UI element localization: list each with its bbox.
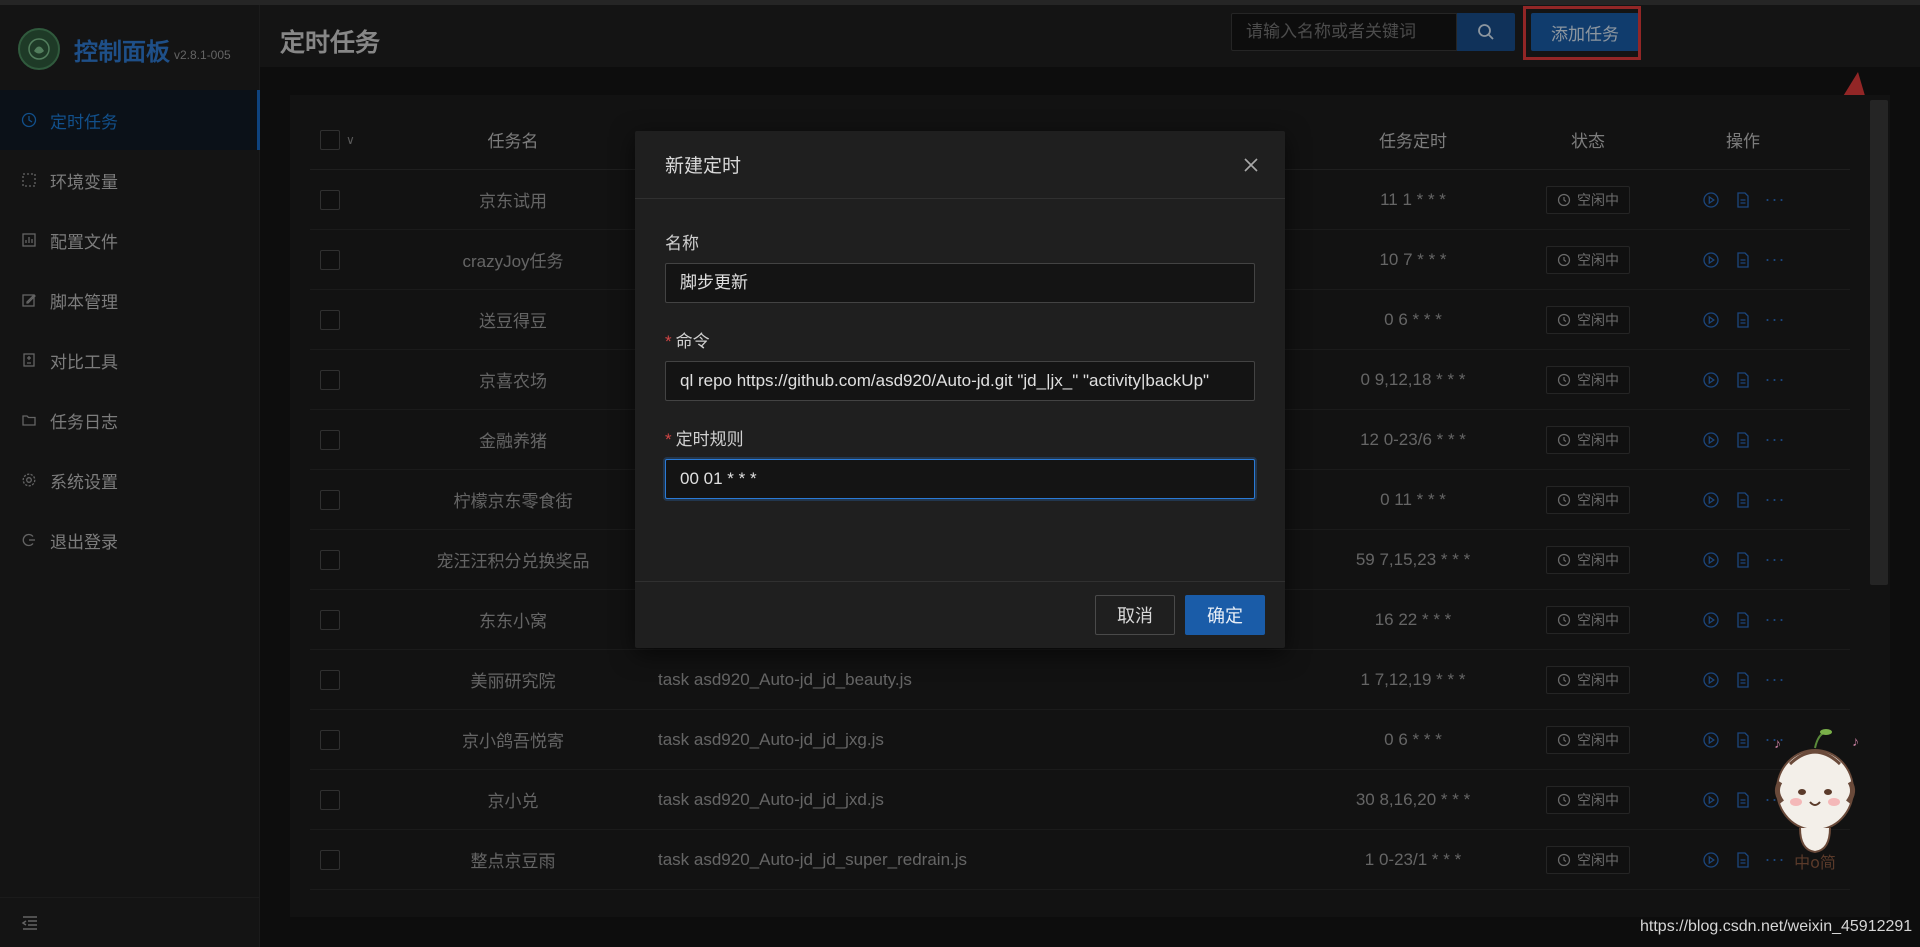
- new-cron-modal: 新建定时 名称 脚步更新 * 命令 ql repo https://github.…: [635, 131, 1285, 648]
- close-button[interactable]: [1239, 153, 1263, 177]
- name-label: 名称: [665, 234, 699, 253]
- cron-label-text: 定时规则: [675, 430, 744, 449]
- modal-header: 新建定时: [635, 131, 1285, 199]
- mascot-sticker-icon: 中o简 ♪ ♪: [1774, 729, 1859, 870]
- watermark: https://blog.csdn.net/weixin_45912291: [1640, 918, 1913, 935]
- svg-text:♪: ♪: [1852, 733, 1859, 749]
- confirm-button[interactable]: 确定: [1185, 595, 1265, 635]
- required-mark: *: [665, 430, 672, 449]
- name-field: 名称 脚步更新: [665, 229, 1255, 303]
- name-input[interactable]: 脚步更新: [665, 263, 1255, 303]
- cron-field: * 定时规则 00 01 * * *: [665, 425, 1255, 499]
- command-field: * 命令 ql repo https://github.com/asd920/Au…: [665, 327, 1255, 401]
- cron-label: * 定时规则: [665, 425, 1255, 449]
- command-label: * 命令: [665, 327, 1255, 351]
- command-input[interactable]: ql repo https://github.com/asd920/Auto-j…: [665, 361, 1255, 401]
- mascot-text: 中o简: [1794, 853, 1836, 870]
- command-label-text: 命令: [675, 332, 710, 351]
- cancel-button[interactable]: 取消: [1095, 595, 1175, 635]
- modal-title: 新建定时: [665, 156, 742, 177]
- modal-footer: 取消 确定: [635, 581, 1285, 648]
- cron-input[interactable]: 00 01 * * *: [665, 459, 1255, 499]
- svg-text:♪: ♪: [1774, 735, 1781, 751]
- close-icon: [1244, 158, 1258, 172]
- required-mark: *: [665, 332, 672, 351]
- cron-form: 名称 脚步更新 * 命令 ql repo https://github.com/a…: [635, 199, 1285, 499]
